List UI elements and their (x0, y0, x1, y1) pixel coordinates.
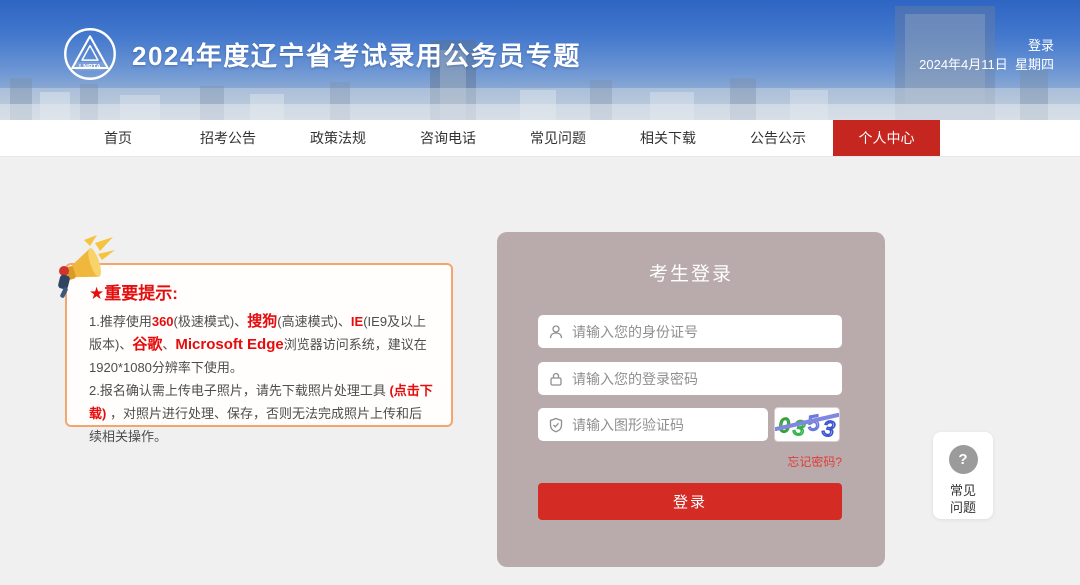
captcha-field[interactable] (538, 408, 768, 441)
nav-item-recruit-notice[interactable]: 招考公告 (173, 120, 283, 156)
text-segment: ，对照片进行处理、保存，否则无法完成照片上传和后续相关操作。 (89, 406, 422, 444)
hero-banner: LNPTA 2024年度辽宁省考试录用公务员专题 登录 2024年4月11日 星… (0, 0, 1080, 120)
header-date: 2024年4月11日 星期四 (919, 55, 1054, 74)
text-segment: 2.报名确认需上传电子照片，请先下载照片处理工具 (89, 383, 389, 398)
site-title: 2024年度辽宁省考试录用公务员专题 (132, 36, 581, 73)
password-field[interactable] (538, 362, 842, 395)
captcha-digit: 3 (792, 416, 807, 440)
login-panel: 考生登录 0 3 5 (497, 232, 885, 567)
text-segment: Microsoft Edge (175, 336, 283, 353)
shield-check-icon (548, 417, 564, 433)
notice-line-1: 1.推荐使用360(极速模式)、搜狗(高速模式)、IE(IE9及以上版本)、谷歌… (89, 310, 433, 379)
text-segment: (极速模式)、 (174, 314, 248, 329)
nav-item-policies[interactable]: 政策法规 (283, 120, 393, 156)
lock-icon (548, 371, 564, 387)
notice-line-2: 2.报名确认需上传电子照片，请先下载照片处理工具 (点击下载) ，对照片进行处理… (89, 379, 433, 448)
faq-label-line2: 问题 (950, 499, 976, 516)
nav-item-home[interactable]: 首页 (63, 120, 173, 156)
text-segment: 、 (162, 337, 175, 352)
main-nav: 首页 招考公告 政策法规 咨询电话 常见问题 相关下载 公告公示 个人中心 (0, 120, 1080, 157)
text-segment: (高速模式)、 (277, 314, 351, 329)
faq-label-line1: 常见 (950, 482, 976, 499)
forgot-password-link[interactable]: 忘记密码? (787, 453, 842, 470)
logo-text: LNPTA (79, 63, 101, 70)
id-number-input[interactable] (572, 324, 832, 340)
person-icon (548, 324, 564, 340)
captcha-input[interactable] (572, 417, 758, 433)
question-icon: ? (949, 445, 978, 474)
text-segment: 1.推荐使用 (89, 314, 152, 329)
text-segment: 谷歌 (132, 336, 162, 353)
header-login-link[interactable]: 登录 (919, 36, 1054, 55)
nav-item-phone[interactable]: 咨询电话 (393, 120, 503, 156)
password-input[interactable] (572, 371, 832, 387)
notice-title: ★重要提示: (89, 279, 433, 304)
important-notice-box: ★重要提示: 1.推荐使用360(极速模式)、搜狗(高速模式)、IE(IE9及以… (65, 263, 453, 427)
lnpta-logo: LNPTA (62, 26, 118, 82)
nav-item-downloads[interactable]: 相关下载 (613, 120, 723, 156)
nav-item-announcements[interactable]: 公告公示 (723, 120, 833, 156)
id-number-field[interactable] (538, 315, 842, 348)
login-panel-title: 考生登录 (497, 232, 885, 286)
text-segment: IE (351, 314, 363, 329)
text-segment: 搜狗 (247, 313, 277, 330)
captcha-image[interactable]: 0 3 5 3 (774, 407, 840, 442)
login-submit-button[interactable]: 登录 (538, 483, 842, 520)
text-segment: 360 (152, 314, 174, 329)
faq-float-widget[interactable]: ? 常见 问题 (933, 432, 993, 519)
megaphone-icon (51, 235, 115, 299)
page: LNPTA 2024年度辽宁省考试录用公务员专题 登录 2024年4月11日 星… (0, 0, 1080, 585)
nav-item-faq[interactable]: 常见问题 (503, 120, 613, 156)
nav-item-personal-center[interactable]: 个人中心 (833, 120, 940, 156)
